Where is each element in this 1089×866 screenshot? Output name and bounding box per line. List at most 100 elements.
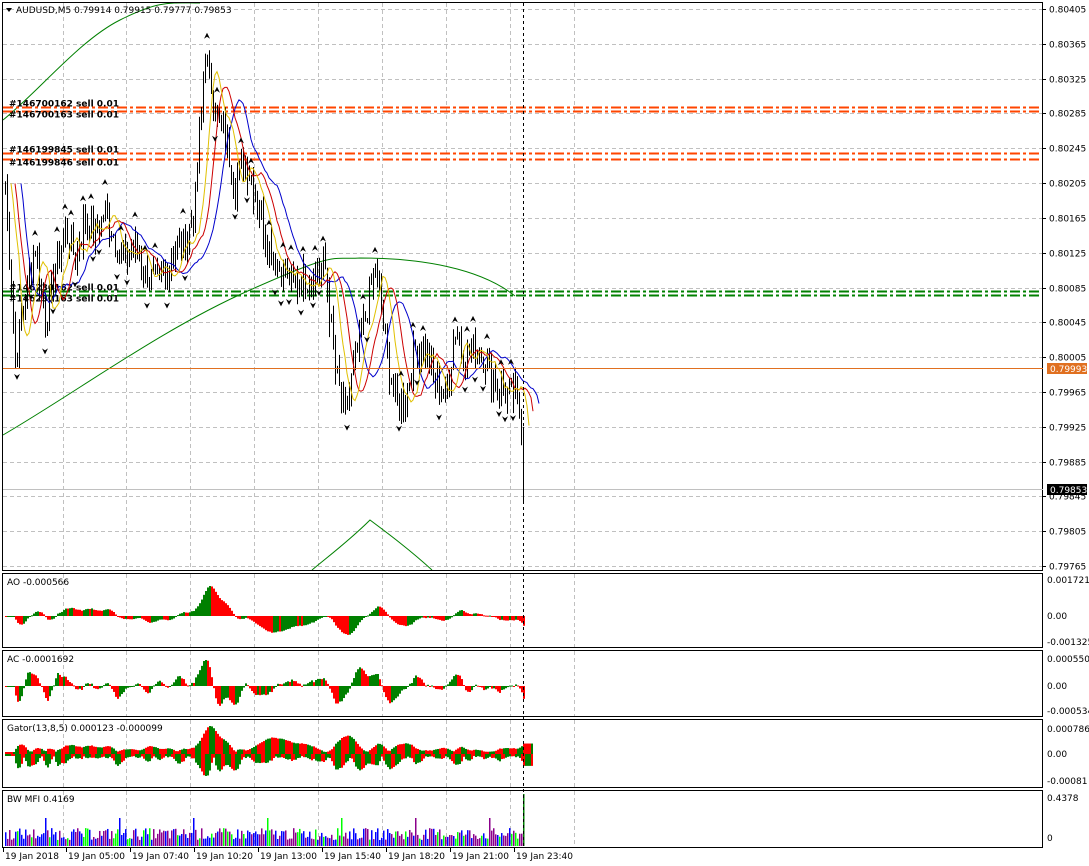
gator-down-bar bbox=[379, 754, 381, 762]
ac-bar bbox=[415, 675, 417, 686]
price-tick-label: 0.80285 bbox=[1049, 110, 1086, 120]
ac-bar bbox=[419, 677, 421, 686]
gator-down-bar bbox=[243, 754, 245, 758]
ac-bar bbox=[377, 674, 379, 686]
gator-down-bar bbox=[515, 754, 517, 758]
ac-bar bbox=[429, 686, 431, 687]
ac-bar bbox=[301, 685, 303, 687]
gator-up-bar bbox=[109, 746, 111, 754]
ao-bar bbox=[285, 616, 287, 630]
ao-bar bbox=[443, 616, 445, 621]
gator-up-bar bbox=[123, 749, 125, 754]
ao-bar bbox=[305, 616, 307, 626]
mfi-bar bbox=[335, 839, 337, 846]
gator-up-bar bbox=[453, 751, 455, 754]
mfi-bar bbox=[17, 831, 19, 846]
ao-bar bbox=[495, 616, 497, 618]
gator-down-bar bbox=[91, 754, 93, 758]
mfi-bar bbox=[217, 831, 219, 846]
gator-up-bar bbox=[307, 744, 309, 754]
price-tick-label: 0.80085 bbox=[1049, 285, 1086, 295]
ao-bar bbox=[279, 616, 281, 632]
gator-up-bar bbox=[337, 741, 339, 754]
ac-bar bbox=[331, 686, 333, 693]
mfi-bar bbox=[495, 834, 497, 846]
ac-bar bbox=[337, 686, 339, 704]
ao-bar bbox=[491, 616, 493, 617]
indicator-tick-label: -0.000534 bbox=[1047, 707, 1089, 717]
gator-down-bar bbox=[77, 754, 79, 759]
gator-down-bar bbox=[435, 754, 437, 759]
gator-up-bar bbox=[227, 742, 229, 754]
gator-up-bar bbox=[243, 749, 245, 754]
gator-down-bar bbox=[459, 754, 461, 764]
ac-bar bbox=[365, 674, 367, 686]
gator-down-bar bbox=[323, 754, 325, 762]
ao-bar bbox=[481, 614, 483, 616]
gator-up-bar bbox=[363, 750, 365, 754]
ac-bar bbox=[171, 684, 173, 686]
gator-down-bar bbox=[431, 754, 433, 757]
ac-bar bbox=[85, 683, 87, 686]
mfi-bar bbox=[235, 837, 237, 846]
gator-up-bar bbox=[457, 748, 459, 754]
mfi-bar bbox=[389, 833, 391, 846]
ac-bar bbox=[249, 686, 251, 689]
gator-up-bar bbox=[459, 747, 461, 754]
ac-bar bbox=[273, 686, 275, 689]
ao-bar bbox=[263, 616, 265, 629]
gator-down-bar bbox=[279, 754, 281, 758]
ao-bar bbox=[315, 616, 317, 622]
gator-up-bar bbox=[377, 743, 379, 754]
mfi-bar bbox=[229, 831, 231, 846]
ao-bar bbox=[477, 613, 479, 616]
gator-down-bar bbox=[343, 754, 345, 766]
gator-down-bar bbox=[33, 754, 35, 765]
ao-bar bbox=[447, 616, 449, 620]
gator-up-bar bbox=[151, 746, 153, 754]
ac-bar bbox=[115, 686, 117, 697]
ac-bar bbox=[55, 678, 57, 686]
gator-up-bar bbox=[23, 745, 25, 754]
gator-down-bar bbox=[211, 754, 213, 763]
mfi-bar bbox=[123, 833, 125, 846]
ao-bar bbox=[91, 608, 93, 616]
price-tick-label: 0.79965 bbox=[1049, 389, 1086, 399]
gator-down-bar bbox=[165, 754, 167, 757]
ac-bar bbox=[87, 683, 89, 686]
price-chart[interactable]: #146700162 sell 0.01#146700163 sell 0.01… bbox=[0, 0, 1089, 866]
ao-bar bbox=[111, 610, 113, 616]
ac-bar bbox=[395, 686, 397, 699]
mfi-bar bbox=[357, 839, 359, 846]
mfi-bar bbox=[51, 828, 53, 846]
ac-bar bbox=[23, 686, 25, 689]
gator-down-bar bbox=[275, 754, 277, 757]
ac-bar bbox=[341, 686, 343, 702]
gator-up-bar bbox=[373, 746, 375, 754]
ac-bar bbox=[427, 684, 429, 686]
gator-up-bar bbox=[319, 749, 321, 754]
ac-bar bbox=[123, 686, 125, 693]
gator-down-bar bbox=[71, 754, 73, 759]
ac-bar bbox=[335, 686, 337, 704]
mfi-bar bbox=[397, 831, 399, 846]
ao-bar bbox=[287, 616, 289, 630]
gator-up-bar bbox=[443, 747, 445, 754]
ao-bar bbox=[309, 616, 311, 624]
ac-bar bbox=[431, 685, 433, 687]
ac-bar bbox=[143, 686, 145, 690]
mfi-bar bbox=[137, 836, 139, 846]
gator-up-bar bbox=[67, 745, 69, 754]
gator-down-bar bbox=[371, 754, 373, 765]
gator-up-bar bbox=[83, 746, 85, 754]
gator-down-bar bbox=[79, 754, 81, 759]
gator-up-bar bbox=[497, 749, 499, 754]
mfi-bar bbox=[383, 830, 385, 846]
ao-bar bbox=[331, 616, 333, 620]
mfi-bar bbox=[475, 835, 477, 846]
mfi-bar bbox=[425, 829, 427, 846]
mfi-bar bbox=[61, 837, 63, 846]
ac-bar bbox=[503, 686, 505, 690]
mfi-bar bbox=[233, 839, 235, 846]
ac-bar bbox=[133, 685, 135, 687]
